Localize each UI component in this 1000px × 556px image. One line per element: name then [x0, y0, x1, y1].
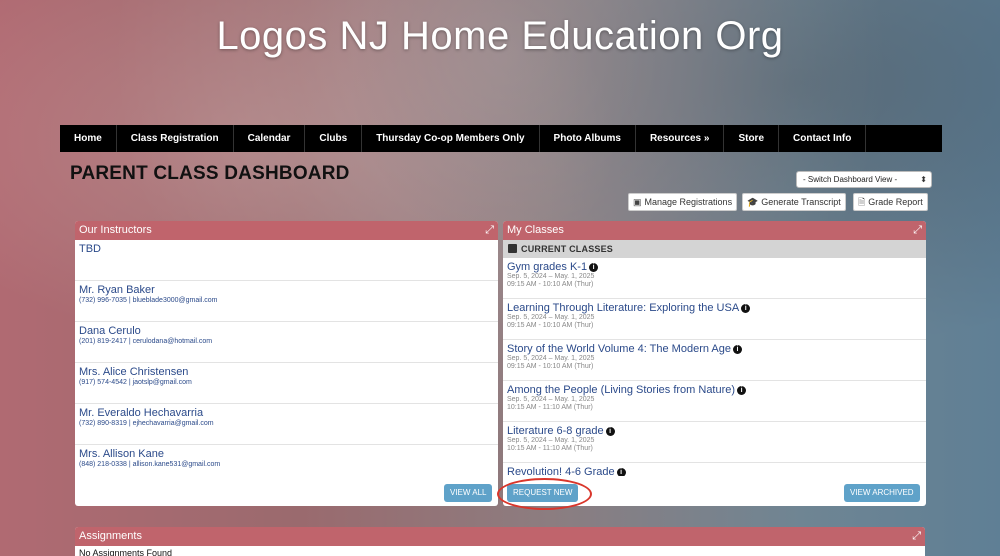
nav-store[interactable]: Store [724, 125, 779, 152]
instructor-item: Dana Cerulo (201) 819-2417 | cerulodana@… [75, 322, 498, 363]
class-dates: Sep. 5, 2024 – May. 1, 2025 [507, 273, 595, 280]
nav-contact-info[interactable]: Contact Info [779, 125, 867, 152]
instructors-panel-header: Our Instructors ⤢ [75, 221, 498, 240]
class-item: Revolution! 4-6 Grade i [503, 463, 926, 476]
instructor-list: TBD Mr. Ryan Baker (732) 996-7035 | blue… [75, 240, 498, 480]
generate-transcript-label: Generate Transcript [761, 197, 841, 207]
classes-panel: My Classes ⤢ CURRENT CLASSES Gym grades … [503, 221, 926, 506]
instructor-contact[interactable]: (848) 218-0338 | allison.kane531@gmail.c… [79, 461, 494, 468]
grade-report-button[interactable]: 🗎 Grade Report [853, 193, 928, 211]
info-icon[interactable]: i [737, 386, 747, 395]
collapse-icon [508, 244, 517, 253]
instructor-contact[interactable]: (201) 819-2417 | cerulodana@hotmail.com [79, 338, 494, 345]
class-time: 10:15 AM - 11:10 AM (Thur) [507, 445, 593, 452]
nav-thursday-coop[interactable]: Thursday Co-op Members Only [362, 125, 540, 152]
class-dates: Sep. 5, 2024 – May. 1, 2025 [507, 396, 595, 403]
class-dates: Sep. 5, 2024 – May. 1, 2025 [507, 314, 595, 321]
class-list: Gym grades K-1 i Sep. 5, 2024 – May. 1, 2… [503, 258, 926, 476]
generate-transcript-button[interactable]: 🎓 Generate Transcript [742, 193, 846, 211]
nav-home[interactable]: Home [60, 125, 117, 152]
instructor-name[interactable]: Mrs. Allison Kane [79, 448, 494, 460]
instructor-name[interactable]: Mrs. Alice Christensen [79, 366, 494, 378]
dashboard-view-selected: - Switch Dashboard View - [803, 175, 898, 184]
instructor-name[interactable]: Dana Cerulo [79, 325, 494, 337]
class-name[interactable]: Gym grades K-1 [507, 261, 587, 273]
info-icon[interactable]: i [605, 427, 615, 436]
class-item: Gym grades K-1 i Sep. 5, 2024 – May. 1, 2… [503, 258, 926, 299]
nav-photo-albums[interactable]: Photo Albums [540, 125, 636, 152]
current-classes-label: CURRENT CLASSES [521, 244, 614, 254]
class-time: 09:15 AM - 10:10 AM (Thur) [507, 363, 594, 370]
info-icon[interactable]: i [616, 468, 626, 476]
class-dates: Sep. 5, 2024 – May. 1, 2025 [507, 437, 595, 444]
page-title: PARENT CLASS DASHBOARD [70, 163, 350, 184]
main-navbar: Home Class Registration Calendar Clubs T… [60, 125, 942, 152]
class-dates: Sep. 5, 2024 – May. 1, 2025 [507, 355, 595, 362]
class-name[interactable]: Revolution! 4-6 Grade [507, 466, 615, 476]
site-title: Logos NJ Home Education Org [216, 14, 784, 58]
instructors-panel-title: Our Instructors [79, 224, 152, 236]
instructor-item: Mrs. Allison Kane (848) 218-0338 | allis… [75, 445, 498, 480]
class-name[interactable]: Story of the World Volume 4: The Modern … [507, 343, 731, 355]
highlight-annotation [497, 478, 592, 510]
expand-icon[interactable]: ⤢ [912, 527, 921, 546]
class-item: Among the People (Living Stories from Na… [503, 381, 926, 422]
view-archived-button[interactable]: VIEW ARCHIVED [844, 484, 920, 502]
class-item: Learning Through Literature: Exploring t… [503, 299, 926, 340]
grade-report-label: Grade Report [868, 197, 923, 207]
info-icon[interactable]: i [589, 263, 599, 272]
classes-panel-header: My Classes ⤢ [503, 221, 926, 240]
info-icon[interactable]: i [733, 345, 742, 354]
classes-panel-title: My Classes [507, 224, 564, 236]
instructor-contact[interactable]: (917) 574-4542 | jaotslp@gmail.com [79, 379, 494, 386]
graduation-cap-icon: 🎓 [747, 197, 759, 207]
info-icon[interactable]: i [741, 304, 751, 313]
manage-registrations-button[interactable]: ▣ Manage Registrations [628, 193, 738, 211]
class-time: 10:15 AM - 11:10 AM (Thur) [507, 404, 593, 411]
expand-icon[interactable]: ⤢ [485, 221, 494, 240]
nav-calendar[interactable]: Calendar [234, 125, 306, 152]
instructors-panel: Our Instructors ⤢ TBD Mr. Ryan Baker (73… [75, 221, 498, 506]
instructor-item: Mr. Everaldo Hechavarria (732) 890-8319 … [75, 404, 498, 445]
dashboard-view-select[interactable]: - Switch Dashboard View - ⬍ [796, 171, 932, 188]
class-name[interactable]: Among the People (Living Stories from Na… [507, 384, 735, 396]
instructor-contact[interactable]: (732) 996-7035 | blueblade3000@gmail.com [79, 297, 494, 304]
class-name[interactable]: Learning Through Literature: Exploring t… [507, 302, 739, 314]
assignments-panel-header: Assignments ⤢ [75, 527, 925, 546]
calendar-check-icon: ▣ [633, 197, 642, 207]
nav-resources[interactable]: Resources » [636, 125, 725, 152]
instructor-item: TBD [75, 240, 498, 281]
instructor-item: Mrs. Alice Christensen (917) 574-4542 | … [75, 363, 498, 404]
document-icon: 🗎 [858, 197, 866, 207]
class-name[interactable]: Literature 6-8 grade [507, 425, 604, 437]
class-item: Literature 6-8 grade i Sep. 5, 2024 – May… [503, 422, 926, 463]
instructor-contact[interactable]: (732) 890-8319 | ejhechavarria@gmail.com [79, 420, 494, 427]
instructor-name[interactable]: Mr. Ryan Baker [79, 284, 494, 296]
view-all-button[interactable]: VIEW ALL [444, 484, 493, 502]
assignments-panel-title: Assignments [79, 530, 142, 542]
expand-icon[interactable]: ⤢ [913, 221, 922, 240]
assignments-empty: No Assignments Found [79, 548, 173, 556]
class-time: 09:15 AM - 10:10 AM (Thur) [507, 281, 594, 288]
assignments-panel: Assignments ⤢ No Assignments Found [75, 527, 925, 556]
instructor-name[interactable]: TBD [79, 243, 494, 255]
instructor-name[interactable]: Mr. Everaldo Hechavarria [79, 407, 494, 419]
nav-class-registration[interactable]: Class Registration [117, 125, 234, 152]
manage-registrations-label: Manage Registrations [644, 197, 733, 207]
select-arrows-icon: ⬍ [920, 175, 927, 184]
class-time: 09:15 AM - 10:10 AM (Thur) [507, 322, 594, 329]
class-item: Story of the World Volume 4: The Modern … [503, 340, 926, 381]
nav-clubs[interactable]: Clubs [305, 125, 363, 152]
instructor-item: Mr. Ryan Baker (732) 996-7035 | blueblad… [75, 281, 498, 322]
current-classes-header[interactable]: CURRENT CLASSES [503, 240, 926, 258]
